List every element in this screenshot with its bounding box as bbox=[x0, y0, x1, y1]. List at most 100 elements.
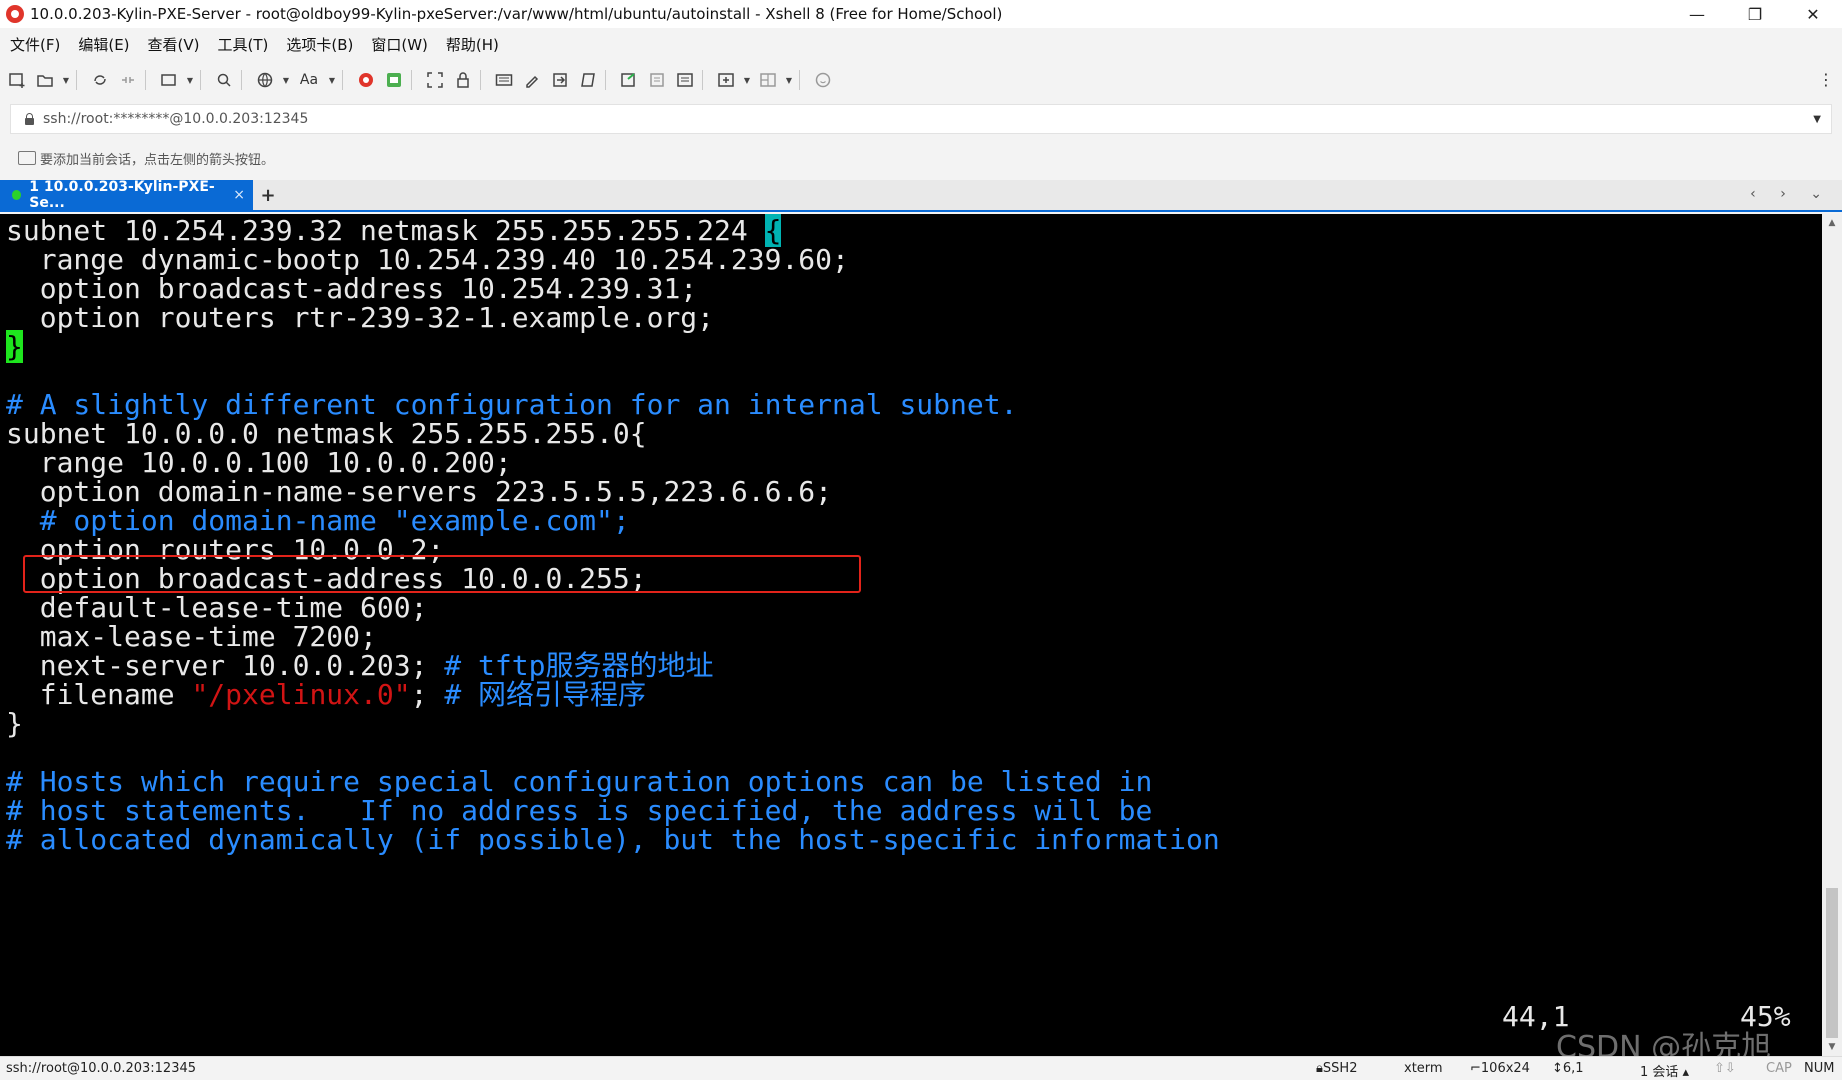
tab-label: 1 10.0.0.203-Kylin-PXE-Se... bbox=[29, 179, 215, 211]
toolbar-divider bbox=[605, 70, 606, 90]
status-protocol: 🔒︎SSH2 bbox=[1316, 1061, 1358, 1076]
status-size: ⌐106x24 bbox=[1470, 1061, 1530, 1076]
menu-tabs[interactable]: 选项卡(B) bbox=[276, 34, 361, 55]
menu-tools[interactable]: 工具(T) bbox=[208, 34, 277, 55]
menu-help[interactable]: 帮助(H) bbox=[436, 34, 507, 55]
new-tab-button[interactable]: + bbox=[253, 180, 283, 210]
toolbar-divider bbox=[342, 70, 343, 90]
status-connection: ssh://root@10.0.0.203:12345 bbox=[6, 1061, 197, 1076]
tab-session-1[interactable]: 1 10.0.0.203-Kylin-PXE-Se... × bbox=[0, 179, 253, 211]
toolbar-divider bbox=[145, 70, 146, 90]
status-num: NUM bbox=[1804, 1061, 1835, 1076]
toolbar: ▼ ▼ ▼ Aa ▼ ▼ ▼ ⋮ bbox=[0, 64, 1842, 96]
add-icon[interactable] bbox=[715, 69, 737, 91]
script-list-icon[interactable] bbox=[674, 69, 696, 91]
log-icon[interactable] bbox=[646, 69, 668, 91]
font-icon[interactable]: Aa bbox=[296, 69, 322, 91]
status-arrows[interactable]: ⇧⇩ bbox=[1714, 1061, 1736, 1076]
scroll-thumb[interactable] bbox=[1826, 888, 1838, 1038]
window-controls: — ❐ ✕ bbox=[1668, 0, 1842, 28]
chevron-down-icon[interactable]: ▼ bbox=[62, 69, 70, 91]
terminal-area[interactable]: subnet 10.254.239.32 netmask 255.255.255… bbox=[0, 214, 1822, 1056]
connected-status-icon bbox=[12, 190, 22, 200]
new-tab-icon[interactable] bbox=[158, 69, 180, 91]
protocol-label: SSH2 bbox=[1322, 1061, 1358, 1076]
reconnect-icon[interactable] bbox=[89, 69, 111, 91]
terminal-text: ; bbox=[410, 678, 445, 711]
status-cap: CAP bbox=[1766, 1061, 1792, 1076]
terminal-text: filename bbox=[6, 678, 192, 711]
close-button[interactable]: ✕ bbox=[1784, 0, 1842, 28]
chevron-down-icon[interactable]: ▼ bbox=[1813, 114, 1821, 125]
status-sessions[interactable]: 1 会话 ▴ bbox=[1640, 1061, 1689, 1080]
open-folder-icon[interactable] bbox=[34, 69, 56, 91]
terminal-scrollbar[interactable]: ▲ ▼ bbox=[1822, 214, 1842, 1056]
title-bar: 10.0.0.203-Kylin-PXE-Server - root@oldbo… bbox=[0, 0, 1842, 28]
tab-close-icon[interactable]: × bbox=[233, 187, 245, 203]
tab-navigation[interactable]: ‹ › ⌄ bbox=[1750, 186, 1832, 202]
watermark: CSDN @孙克旭 bbox=[1556, 1030, 1772, 1056]
terminal-comment: # 网络引导程序 bbox=[444, 678, 647, 711]
toolbar-divider bbox=[702, 70, 703, 90]
status-term: xterm bbox=[1404, 1061, 1443, 1076]
xshell-logo-icon bbox=[6, 5, 24, 23]
session-hint-bar: 要添加当前会话，点击左侧的箭头按钮。 bbox=[0, 140, 1842, 176]
help-icon[interactable] bbox=[812, 69, 834, 91]
menu-edit[interactable]: 编辑(E) bbox=[68, 34, 137, 55]
find-icon[interactable] bbox=[213, 69, 235, 91]
terminal-line: } bbox=[6, 707, 23, 740]
window-title: 10.0.0.203-Kylin-PXE-Server - root@oldbo… bbox=[30, 5, 1003, 23]
toolbar-divider bbox=[411, 70, 412, 90]
chevron-down-icon[interactable]: ▼ bbox=[186, 69, 194, 91]
address-bar[interactable]: ssh://root:********@10.0.0.203:12345 ▼ bbox=[10, 104, 1832, 134]
transfer-icon[interactable] bbox=[549, 69, 571, 91]
highlight-annotation-box bbox=[23, 555, 861, 593]
lock-icon[interactable] bbox=[452, 69, 474, 91]
disconnect-icon[interactable] bbox=[117, 69, 139, 91]
toolbar-divider bbox=[799, 70, 800, 90]
terminal-string: "/pxelinux.0" bbox=[191, 678, 411, 711]
xshell-red-icon[interactable] bbox=[355, 69, 377, 91]
size-label: 106x24 bbox=[1480, 1061, 1530, 1076]
add-session-icon[interactable] bbox=[18, 151, 36, 165]
highlight-icon[interactable] bbox=[521, 69, 543, 91]
fullscreen-icon[interactable] bbox=[424, 69, 446, 91]
chevron-down-icon[interactable]: ▼ bbox=[282, 69, 290, 91]
status-bar: ssh://root@10.0.0.203:12345 🔒︎SSH2 xterm… bbox=[0, 1056, 1842, 1080]
xftp-icon[interactable] bbox=[383, 69, 405, 91]
lock-icon bbox=[23, 113, 35, 125]
chevron-down-icon[interactable]: ▼ bbox=[743, 69, 751, 91]
cursor-label: 6,1 bbox=[1562, 1061, 1584, 1076]
sessions-label: 1 会话 bbox=[1640, 1065, 1679, 1080]
restore-button[interactable]: ❐ bbox=[1726, 0, 1784, 28]
toolbar-divider bbox=[241, 70, 242, 90]
terminal-line: filename "/pxelinux.0"; # 网络引导程序 bbox=[6, 678, 646, 712]
xshell-window: 10.0.0.203-Kylin-PXE-Server - root@oldbo… bbox=[0, 0, 1842, 1080]
status-cursor: ↕6,1 bbox=[1552, 1061, 1584, 1076]
menu-file[interactable]: 文件(F) bbox=[0, 34, 68, 55]
layout-icon[interactable] bbox=[757, 69, 779, 91]
menu-bar: 文件(F) 编辑(E) 查看(V) 工具(T) 选项卡(B) 窗口(W) 帮助(… bbox=[0, 30, 1842, 58]
minimize-button[interactable]: — bbox=[1668, 0, 1726, 28]
terminal-line: } bbox=[6, 330, 23, 364]
menu-window[interactable]: 窗口(W) bbox=[361, 34, 436, 55]
scroll-down-icon[interactable]: ▼ bbox=[1822, 1038, 1842, 1056]
address-input[interactable]: ssh://root:********@10.0.0.203:12345 bbox=[43, 111, 1813, 127]
new-session-icon[interactable] bbox=[6, 69, 28, 91]
terminal-comment-line: # allocated dynamically (if possible), b… bbox=[6, 823, 1220, 856]
toolbar-divider bbox=[200, 70, 201, 90]
chevron-down-icon[interactable]: ▼ bbox=[328, 69, 336, 91]
more-options-icon[interactable]: ⋮ bbox=[1818, 70, 1834, 89]
script-icon[interactable] bbox=[577, 69, 599, 91]
tab-bar: 1 10.0.0.203-Kylin-PXE-Se... × + ‹ › ⌄ bbox=[0, 179, 1842, 212]
chevron-down-icon[interactable]: ▼ bbox=[785, 69, 793, 91]
session-hint-text: 要添加当前会话，点击左侧的箭头按钮。 bbox=[40, 152, 275, 168]
keyboard-icon[interactable] bbox=[493, 69, 515, 91]
scroll-up-icon[interactable]: ▲ bbox=[1822, 214, 1842, 232]
menu-view[interactable]: 查看(V) bbox=[138, 34, 208, 55]
toolbar-divider bbox=[76, 70, 77, 90]
compose-icon[interactable] bbox=[618, 69, 640, 91]
terminal-line: option routers rtr-239-32-1.example.org; bbox=[6, 301, 715, 334]
toolbar-divider bbox=[480, 70, 481, 90]
globe-icon[interactable] bbox=[254, 69, 276, 91]
